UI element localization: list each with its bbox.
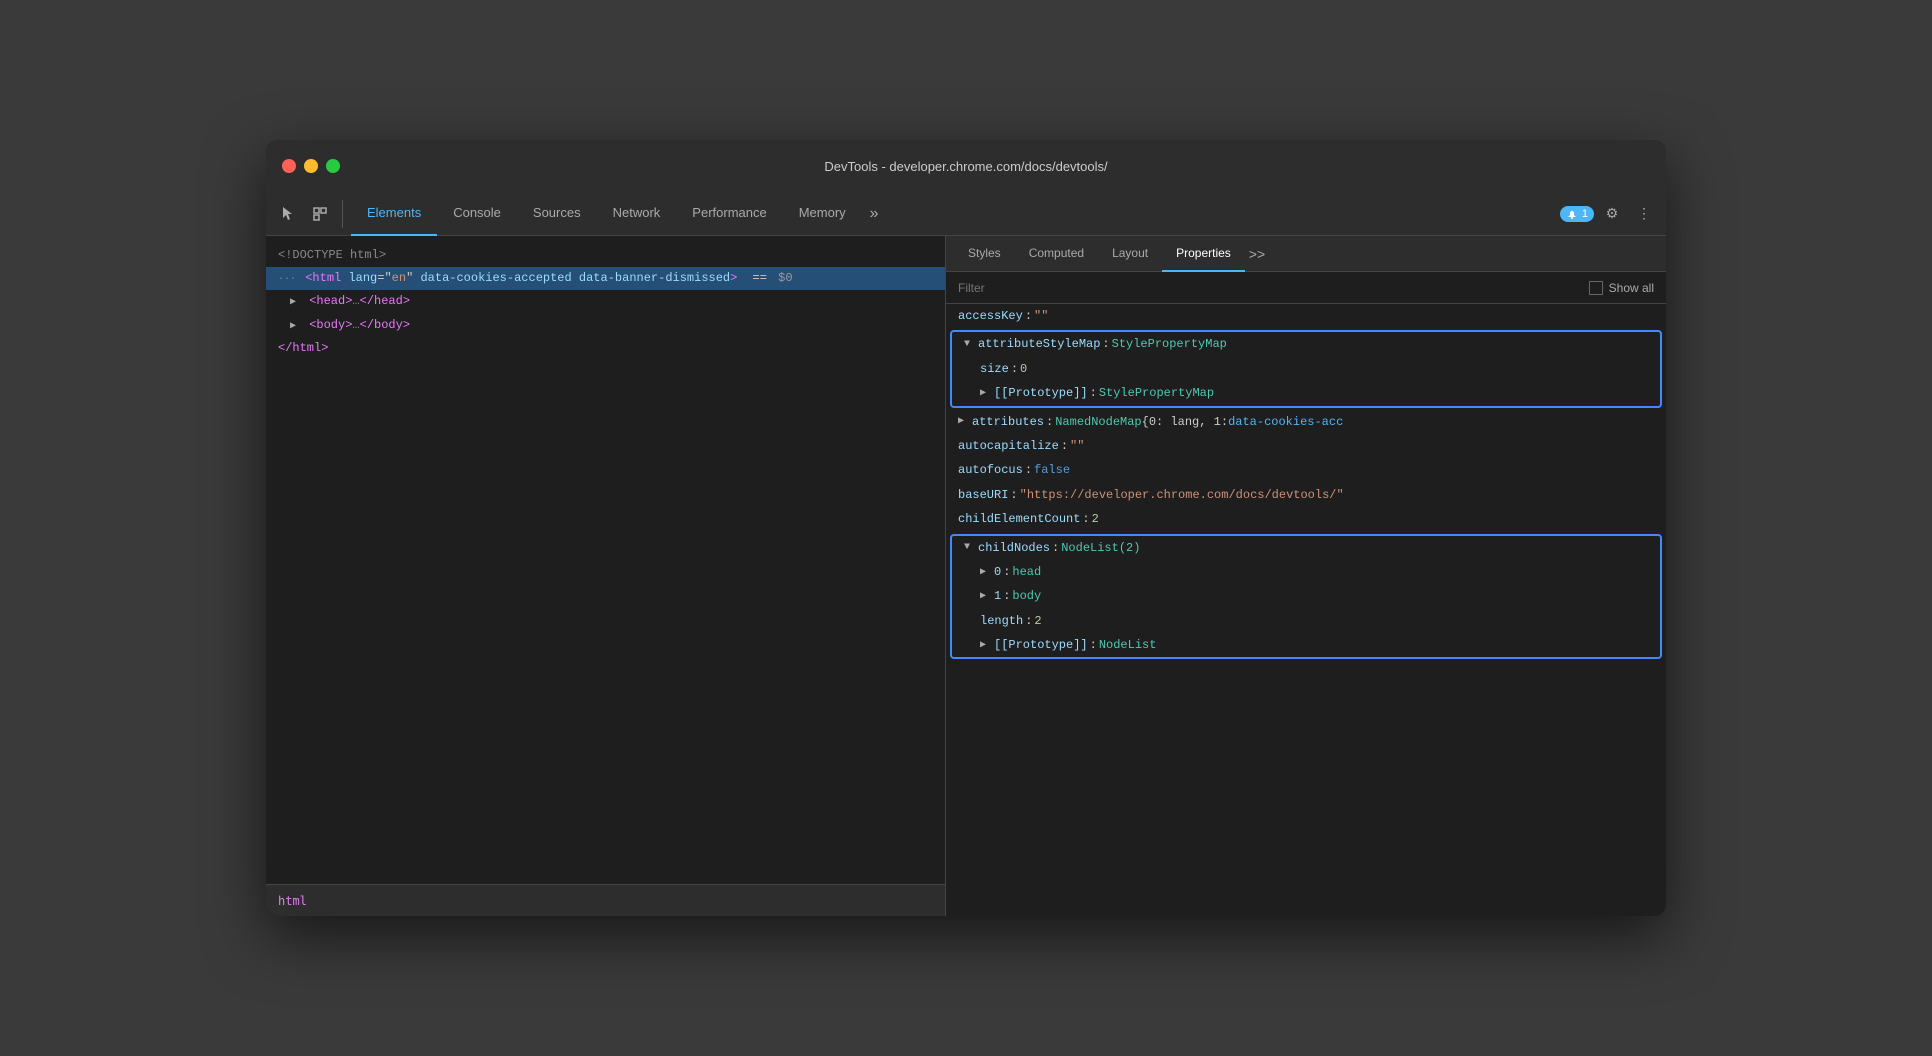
head-expand-arrow[interactable]: ▶ (290, 295, 302, 311)
child-nodes-header[interactable]: ▼ childNodes : NodeList(2) (952, 536, 1660, 560)
tab-styles[interactable]: Styles (954, 236, 1015, 272)
tab-console[interactable]: Console (437, 192, 517, 236)
body-tag-line[interactable]: ▶ <body>…</body> (266, 314, 945, 337)
child-0-expand[interactable]: ▶ (980, 564, 994, 581)
base-uri-prop: baseURI : "https://developer.chrome.com/… (946, 483, 1666, 507)
tab-layout[interactable]: Layout (1098, 236, 1162, 272)
doctype-line: <!DOCTYPE html> (266, 244, 945, 267)
traffic-lights (282, 159, 340, 173)
title-bar: DevTools - developer.chrome.com/docs/dev… (266, 140, 1666, 192)
html-close-line: </html> (266, 337, 945, 360)
elements-footer: html (266, 884, 945, 916)
attributes-prop[interactable]: ▶ attributes : NamedNodeMap {0: lang, 1:… (946, 410, 1666, 434)
minimize-button[interactable] (304, 159, 318, 173)
prototype-style-prop[interactable]: ▶ [[Prototype]] : StylePropertyMap (952, 381, 1660, 405)
show-all-area: Show all (1589, 281, 1654, 295)
tab-computed[interactable]: Computed (1015, 236, 1098, 272)
child-element-count-prop: childElementCount : 2 (946, 507, 1666, 531)
settings-button[interactable]: ⚙ (1598, 200, 1626, 228)
tab-performance[interactable]: Performance (676, 192, 782, 236)
autofocus-prop: autofocus : false (946, 458, 1666, 482)
show-all-checkbox[interactable] (1589, 281, 1603, 295)
elements-panel: <!DOCTYPE html> ··· <html lang="en" data… (266, 236, 946, 916)
html-tag-line[interactable]: ··· <html lang="en" data-cookies-accepte… (266, 267, 945, 290)
attribute-style-map-expand[interactable]: ▼ (964, 336, 978, 353)
close-button[interactable] (282, 159, 296, 173)
autocapitalize-prop: autocapitalize : "" (946, 434, 1666, 458)
properties-tab-bar: Styles Computed Layout Properties >> (946, 236, 1666, 272)
child-nodes-prototype[interactable]: ▶ [[Prototype]] : NodeList (952, 633, 1660, 657)
tab-memory[interactable]: Memory (783, 192, 862, 236)
attribute-style-map-header[interactable]: ▼ attributeStyleMap : StylePropertyMap (952, 332, 1660, 356)
properties-panel: Styles Computed Layout Properties >> S (946, 236, 1666, 916)
tab-network[interactable]: Network (597, 192, 677, 236)
child-nodes-0[interactable]: ▶ 0 : head (952, 560, 1660, 584)
head-tag-line[interactable]: ▶ <head>…</head> (266, 290, 945, 313)
access-key-prop: accessKey : "" (946, 304, 1666, 328)
notification-badge[interactable]: 1 (1560, 206, 1594, 222)
window-title: DevTools - developer.chrome.com/docs/dev… (824, 159, 1107, 174)
child-prototype-expand[interactable]: ▶ (980, 637, 994, 654)
child-nodes-group: ▼ childNodes : NodeList(2) ▶ 0 : head ▶ … (950, 534, 1662, 660)
more-tabs-button[interactable]: » (862, 205, 887, 223)
devtools-body: <!DOCTYPE html> ··· <html lang="en" data… (266, 236, 1666, 916)
elements-content: <!DOCTYPE html> ··· <html lang="en" data… (266, 236, 945, 884)
devtools-right-controls: 1 ⚙ ⋮ (1560, 200, 1658, 228)
filter-bar: Show all (946, 272, 1666, 304)
more-options-button[interactable]: ⋮ (1630, 200, 1658, 228)
child-nodes-length: length : 2 (952, 609, 1660, 633)
tab-elements[interactable]: Elements (351, 192, 437, 236)
more-prop-tabs-button[interactable]: >> (1245, 246, 1269, 262)
devtools-tab-bar: Elements Console Sources Network Perform… (266, 192, 1666, 236)
attributes-expand[interactable]: ▶ (958, 413, 972, 430)
size-prop: size : 0 (952, 357, 1660, 381)
tab-icon-group (274, 200, 343, 228)
child-nodes-1[interactable]: ▶ 1 : body (952, 584, 1660, 608)
maximize-button[interactable] (326, 159, 340, 173)
cursor-icon[interactable] (274, 200, 302, 228)
props-content: accessKey : "" ▼ attributeStyleMap : Sty… (946, 304, 1666, 916)
child-1-expand[interactable]: ▶ (980, 588, 994, 605)
inspect-icon[interactable] (306, 200, 334, 228)
devtools-window: DevTools - developer.chrome.com/docs/dev… (266, 140, 1666, 916)
tab-sources[interactable]: Sources (517, 192, 597, 236)
prototype-expand[interactable]: ▶ (980, 385, 994, 402)
child-nodes-expand[interactable]: ▼ (964, 539, 978, 556)
body-expand-arrow[interactable]: ▶ (290, 319, 302, 335)
filter-input[interactable] (958, 281, 1589, 295)
tab-properties[interactable]: Properties (1162, 236, 1245, 272)
attribute-style-map-group: ▼ attributeStyleMap : StylePropertyMap s… (950, 330, 1662, 407)
